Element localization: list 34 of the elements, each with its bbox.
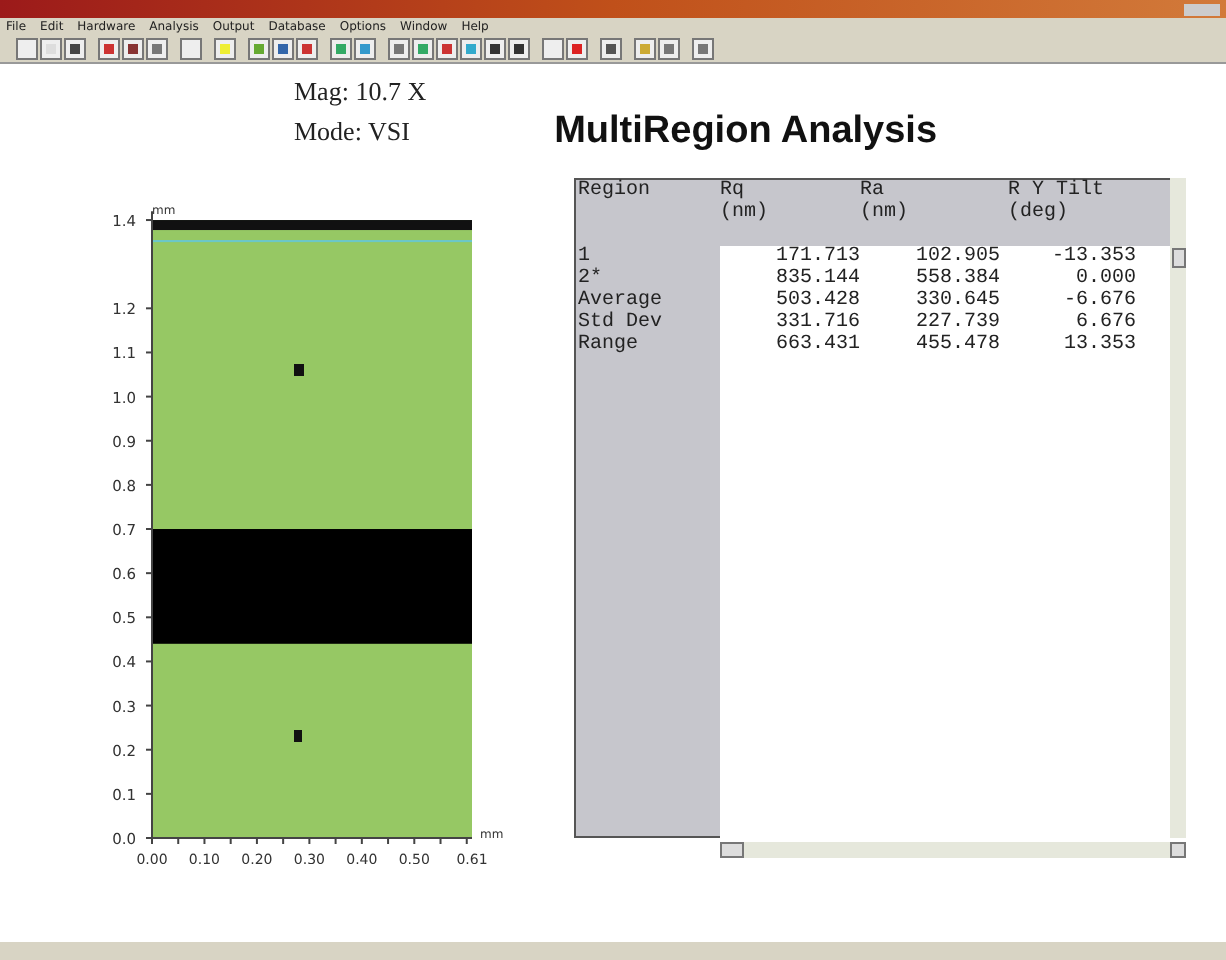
mode-label: Mode: VSI <box>294 114 412 150</box>
table-cell-text: 503.428 <box>773 290 860 312</box>
table-cell-text: 13.353 <box>1061 334 1136 356</box>
table-cell-text: 558.384 <box>913 268 1000 290</box>
column-header: Region <box>576 180 653 202</box>
horizontal-scrollbar[interactable] <box>720 842 1186 858</box>
table-cell-text: 171.713 <box>773 246 860 268</box>
table-cell-text: 0.000 <box>1073 268 1136 290</box>
region-marker-icon <box>294 730 302 742</box>
region-cell-text: Average <box>576 290 665 312</box>
table-cell-text: 102.905 <box>913 246 1000 268</box>
table-cell-text: 331.716 <box>773 312 860 334</box>
column-header: Rq <box>720 180 745 202</box>
region-cell-text: 2* <box>576 268 605 290</box>
column-header: R Y Tilt <box>1008 180 1107 202</box>
table-cell-text: -13.353 <box>1049 246 1136 268</box>
unit-label: (deg) <box>1008 202 1071 224</box>
vertical-scrollbar[interactable] <box>1170 178 1186 838</box>
table-cell-text: 663.431 <box>773 334 860 356</box>
region-cell-text: Std Dev <box>576 312 665 334</box>
region-marker-icon <box>294 364 304 376</box>
table-cell-text: 330.645 <box>913 290 1000 312</box>
unit-label: (nm) <box>860 202 911 224</box>
column-header: Ra <box>860 180 885 202</box>
table-cell-text: 835.144 <box>773 268 860 290</box>
table-cell-text: -6.676 <box>1061 290 1136 312</box>
table-cell-text: 6.676 <box>1073 312 1136 334</box>
region-cell-text: 1 <box>576 246 591 268</box>
magnification-label: Mag: 10.7 X <box>294 74 427 110</box>
table-cell-text: 227.739 <box>913 312 1000 334</box>
region-cell-text: Range <box>576 334 641 356</box>
table-cell-text: 455.478 <box>913 334 1000 356</box>
unit-label: (nm) <box>720 202 771 224</box>
report-title: MultiRegion Analysis <box>554 110 938 154</box>
